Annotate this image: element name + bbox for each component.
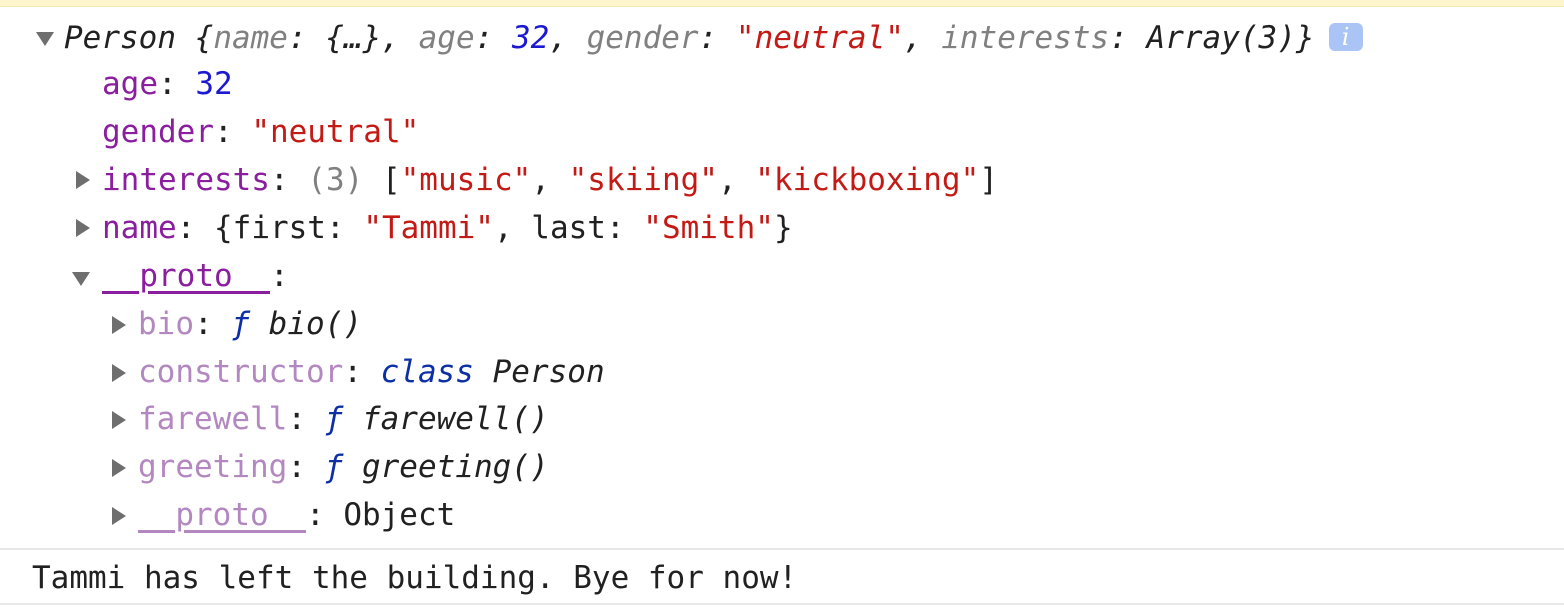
property-row-interests[interactable]: interests: (3) ["music", "skiing", "kick… [102,158,998,202]
colon: : [287,401,325,437]
function-signature: farewell() [361,401,549,437]
open-brace: { [175,20,214,56]
array-item: "skiing" [568,162,718,198]
property-row-proto[interactable]: __proto__: [102,254,289,298]
proto-member-greeting[interactable]: greeting: ƒ greeting() [138,445,549,489]
property-row-gender: gender: "neutral" [102,110,419,154]
colon: : [158,66,196,102]
property-row-name[interactable]: name: {first: "Tammi", last: "Smith"} [102,206,793,250]
colon: : [287,20,326,56]
console-top-edge [0,0,1564,7]
property-key: age [102,66,158,102]
colon: : [343,354,381,390]
member-key: constructor [138,354,344,390]
expand-caret-icon[interactable] [112,316,126,334]
summary-value-gender: "neutral" [735,20,904,56]
log-text: Tammi has left the building. Bye for now… [32,560,798,596]
console-log-message: Tammi has left the building. Bye for now… [32,556,797,600]
summary-key-interests: interests [941,20,1110,56]
summary-key-gender: gender [586,20,699,56]
property-key: gender [102,114,214,150]
colon: : [269,162,308,198]
summary-value-interests: Array(3) [1146,20,1296,56]
proto-member-farewell[interactable]: farewell: ƒ farewell() [138,397,549,441]
member-key: bio [138,306,194,342]
colon: : [213,114,252,150]
class-keyword: class [380,354,474,390]
property-value: "neutral" [251,114,420,150]
array-length: (3) [307,162,364,198]
class-name: Person [492,354,605,390]
member-key: greeting [138,449,288,485]
object-summary-row[interactable]: Person {name: {…}, age: 32, gender: "neu… [64,16,1363,60]
comma: , [717,162,756,198]
close-brace: } [773,210,793,246]
array-item: "music" [400,162,532,198]
member-key: farewell [138,401,288,437]
colon: : [474,20,512,56]
close-brace: } [1295,20,1315,56]
summary-key-age: age [418,20,475,56]
comma: , [381,20,419,56]
nested-value-last: "Smith" [643,210,774,246]
comma: , [493,210,532,246]
expand-caret-icon[interactable] [112,459,126,477]
colon: : [305,497,344,533]
property-key: interests [102,162,270,198]
nested-key-last: last [531,210,606,246]
member-key: __proto__ [138,497,306,533]
colon: : [287,449,325,485]
info-icon[interactable]: i [1328,22,1363,51]
summary-value-age: 32 [511,20,550,56]
open-bracket: [ [363,162,401,198]
function-glyph: ƒ [324,401,344,437]
colon: : { [176,210,233,246]
console-message-divider [0,548,1564,550]
proto-member-bio[interactable]: bio: ƒ bio() [138,302,362,346]
function-signature: greeting() [361,449,549,485]
comma: , [549,20,587,56]
colon: : [325,210,364,246]
expand-caret-icon[interactable] [112,507,126,525]
expand-caret-icon[interactable] [76,219,90,237]
expand-caret-icon[interactable] [112,364,126,382]
function-signature: bio() [268,306,362,342]
collapse-caret-icon[interactable] [36,32,54,46]
function-glyph: ƒ [324,449,344,485]
property-key: name [102,210,177,246]
property-key: __proto__ [102,258,270,294]
array-item: "kickboxing" [755,162,980,198]
colon: : [194,306,232,342]
class-name: Person [64,20,176,56]
property-row-age: age: 32 [102,62,233,106]
comma: , [903,20,942,56]
summary-key-name: name [213,20,288,56]
close-bracket: ] [979,162,998,198]
colon: : [605,210,644,246]
nested-value-first: "Tammi" [363,210,494,246]
proto-member-proto[interactable]: __proto__: Object [138,493,455,537]
colon: : [698,20,736,56]
expand-caret-icon[interactable] [112,411,126,429]
colon: : [1109,20,1147,56]
console-bottom-divider [0,603,1564,605]
nested-key-first: first [232,210,326,246]
expand-caret-icon[interactable] [76,171,90,189]
collapse-caret-icon[interactable] [72,272,90,286]
property-value: 32 [195,66,233,102]
comma: , [531,162,569,198]
proto-member-constructor[interactable]: constructor: class Person [138,350,605,394]
summary-value-name: {…} [325,20,382,56]
member-value: Object [343,497,456,533]
function-glyph: ƒ [231,306,250,342]
colon: : [269,258,289,294]
